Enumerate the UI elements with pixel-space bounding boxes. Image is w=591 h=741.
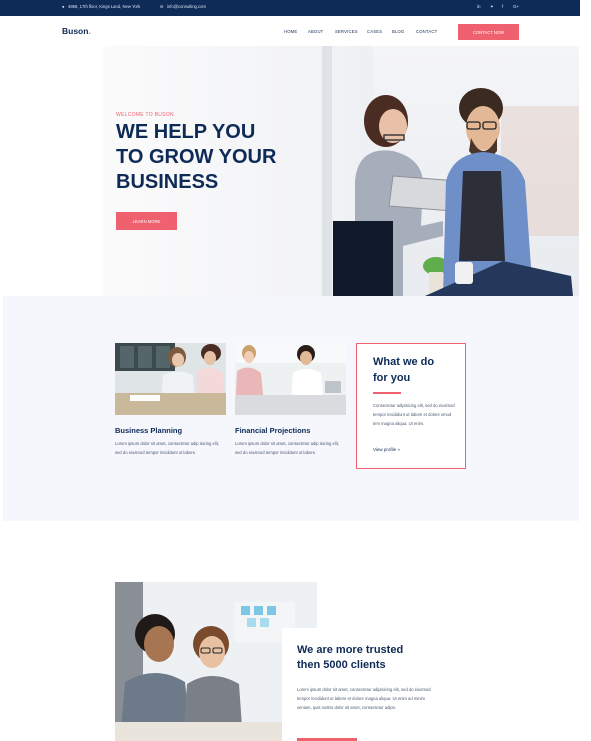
trusted-heading-line-2: then 5000 clients [297,659,386,671]
hero-heading-line-2: TO GROW YOUR [116,146,277,168]
business-planning-image [115,343,226,415]
what-we-do-heading: What we do for you [373,354,434,386]
nav-about[interactable]: ABOUT [308,29,323,34]
what-we-do-heading-line-2: for you [373,372,411,384]
trusted-heading-line-1: We are more trusted [297,644,404,656]
linkedin-icon[interactable]: in [477,4,481,9]
accent-divider [373,392,401,394]
googleplus-icon[interactable]: G+ [513,4,519,9]
learn-more-button[interactable]: LEARN MORE [116,212,177,230]
facebook-icon[interactable]: f [502,4,503,9]
logo-dot: . [88,26,91,36]
view-profile-link[interactable]: View profile » [373,447,400,452]
hero-welcome-text: WELCOME TO BUSON [116,112,174,118]
nav-home[interactable]: HOME [284,29,297,34]
twitter-icon[interactable]: ✦ [490,4,494,10]
card-text-financial-projections: Lorem ipsum dolor sit amet, consectetur … [235,441,340,455]
mail-icon: ✉ [160,4,164,9]
hero-heading-line-3: BUSINESS [116,171,219,193]
location-pin-icon: ● [62,4,65,9]
card-text-business-planning: Lorem ipsum dolor sit amet, consectetur … [115,441,220,455]
logo[interactable]: Buson. [62,26,91,36]
contact-now-button[interactable]: CONTACT NOW [458,24,519,40]
top-bar: ● 4868, 17th floor, Kings Land, New York… [0,0,580,16]
trusted-text: Lorem ipsum dolor sit amet, consectetur … [297,687,431,711]
what-we-do-text: Consectetur adipisicing elit, sed do eiu… [373,403,455,426]
nav-services[interactable]: SERVICES [335,29,358,34]
what-we-do-heading-line-1: What we do [373,356,435,368]
nav-contact[interactable]: CONTACT [416,29,437,34]
what-we-do-box: What we do for you Consectetur adipisici… [356,343,466,469]
financial-projections-image [235,343,346,415]
hero-heading-line-1: WE HELP YOU [116,121,256,143]
nav-blog[interactable]: BLOG [392,29,404,34]
logo-text: Buson [62,26,89,36]
top-bar-address: 4868, 17th floor, Kings Land, New York [68,4,141,9]
hero-heading: WE HELP YOU TO GROW YOUR BUSINESS [116,120,316,195]
top-bar-email[interactable]: info@consulting.com [167,4,206,9]
card-title-financial-projections[interactable]: Financial Projections [235,426,310,435]
nav-cases[interactable]: CASES [367,29,382,34]
trusted-heading: We are more trusted then 5000 clients [297,643,437,673]
card-title-business-planning[interactable]: Business Planning [115,426,182,435]
